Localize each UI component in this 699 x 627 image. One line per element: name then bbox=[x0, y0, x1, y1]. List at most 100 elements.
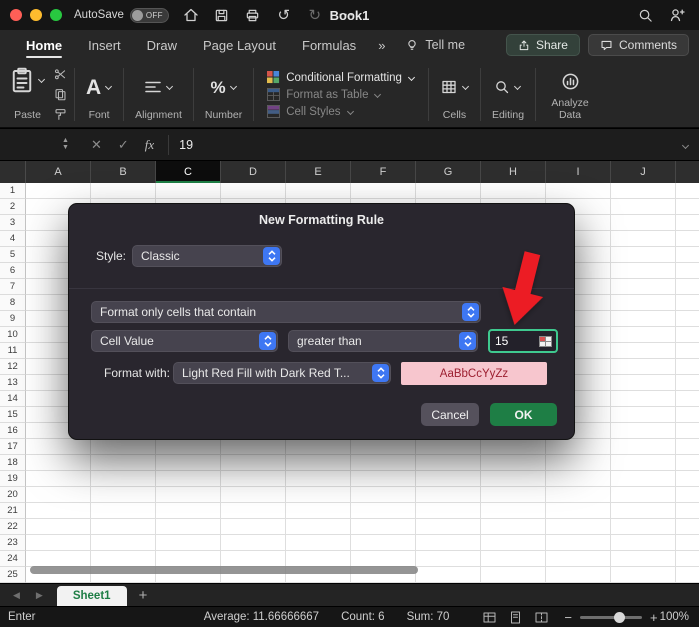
cell-I17[interactable] bbox=[546, 439, 611, 455]
cell-A19[interactable] bbox=[26, 471, 91, 487]
sheet-nav-next-icon[interactable]: ▶ bbox=[36, 590, 43, 601]
row-header-7[interactable]: 7 bbox=[0, 279, 26, 295]
row-header-22[interactable]: 22 bbox=[0, 519, 26, 535]
cells-group[interactable]: Cells bbox=[434, 64, 475, 125]
cell-C18[interactable] bbox=[156, 455, 221, 471]
zoom-in-button[interactable]: + bbox=[650, 611, 658, 624]
row-header-15[interactable]: 15 bbox=[0, 407, 26, 423]
cell-J11[interactable] bbox=[611, 343, 676, 359]
cell-F22[interactable] bbox=[351, 519, 416, 535]
row-header-9[interactable]: 9 bbox=[0, 311, 26, 327]
sheet-nav-prev-icon[interactable]: ◀ bbox=[13, 590, 20, 601]
fullscreen-window-button[interactable] bbox=[50, 9, 62, 21]
column-header-b[interactable]: B bbox=[91, 161, 156, 183]
cell-D19[interactable] bbox=[221, 471, 286, 487]
cell-J15[interactable] bbox=[611, 407, 676, 423]
cells-dropdown-caret[interactable] bbox=[462, 84, 469, 90]
row-header-18[interactable]: 18 bbox=[0, 455, 26, 471]
cell-A17[interactable] bbox=[26, 439, 91, 455]
tab-formulas[interactable]: Formulas bbox=[302, 31, 356, 60]
cell-G22[interactable] bbox=[416, 519, 481, 535]
cell-E21[interactable] bbox=[286, 503, 351, 519]
row-header-10[interactable]: 10 bbox=[0, 327, 26, 343]
cell-E1[interactable] bbox=[286, 183, 351, 199]
cell-H24[interactable] bbox=[481, 551, 546, 567]
cell-A24[interactable] bbox=[26, 551, 91, 567]
row-header-19[interactable]: 19 bbox=[0, 471, 26, 487]
autosave-toggle[interactable]: OFF bbox=[130, 8, 169, 23]
font-group[interactable]: A Font bbox=[80, 64, 118, 125]
cell-J14[interactable] bbox=[611, 391, 676, 407]
range-selector-icon[interactable] bbox=[539, 336, 552, 347]
cell-C21[interactable] bbox=[156, 503, 221, 519]
format-as-table-button[interactable]: Format as Table bbox=[267, 88, 415, 101]
tab-insert[interactable]: Insert bbox=[88, 31, 121, 60]
row-header-24[interactable]: 24 bbox=[0, 551, 26, 567]
row-header-4[interactable]: 4 bbox=[0, 231, 26, 247]
cell-B24[interactable] bbox=[91, 551, 156, 567]
cell-J25[interactable] bbox=[611, 567, 676, 583]
cell-D1[interactable] bbox=[221, 183, 286, 199]
cell-I21[interactable] bbox=[546, 503, 611, 519]
cell-J2[interactable] bbox=[611, 199, 676, 215]
operator-dropdown[interactable]: greater than bbox=[288, 330, 478, 352]
row-header-3[interactable]: 3 bbox=[0, 215, 26, 231]
column-header-i[interactable]: I bbox=[546, 161, 611, 183]
cell-I22[interactable] bbox=[546, 519, 611, 535]
cell-J8[interactable] bbox=[611, 295, 676, 311]
home-icon[interactable] bbox=[183, 7, 199, 23]
cancel-button[interactable]: Cancel bbox=[421, 403, 479, 426]
row-header-8[interactable]: 8 bbox=[0, 295, 26, 311]
cell-G20[interactable] bbox=[416, 487, 481, 503]
cell-J10[interactable] bbox=[611, 327, 676, 343]
page-layout-view-icon[interactable] bbox=[509, 611, 522, 624]
horizontal-scrollbar[interactable] bbox=[30, 566, 418, 574]
page-break-view-icon[interactable] bbox=[535, 611, 548, 624]
cell-I19[interactable] bbox=[546, 471, 611, 487]
alignment-dropdown-caret[interactable] bbox=[166, 84, 173, 90]
cell-C23[interactable] bbox=[156, 535, 221, 551]
cell-J6[interactable] bbox=[611, 263, 676, 279]
row-header-5[interactable]: 5 bbox=[0, 247, 26, 263]
threshold-input[interactable] bbox=[495, 334, 539, 348]
number-group[interactable]: % Number bbox=[199, 64, 248, 125]
conditional-formatting-button[interactable]: Conditional Formatting bbox=[267, 71, 415, 84]
row-header-2[interactable]: 2 bbox=[0, 199, 26, 215]
cell-D24[interactable] bbox=[221, 551, 286, 567]
cell-G1[interactable] bbox=[416, 183, 481, 199]
cell-I20[interactable] bbox=[546, 487, 611, 503]
format-painter-icon[interactable] bbox=[54, 108, 67, 121]
column-header-f[interactable]: F bbox=[351, 161, 416, 183]
cell-J1[interactable] bbox=[611, 183, 676, 199]
formula-input[interactable]: 19 bbox=[179, 138, 193, 152]
cell-C1[interactable] bbox=[156, 183, 221, 199]
sheet-tab-sheet1[interactable]: Sheet1 bbox=[57, 586, 127, 606]
row-header-25[interactable]: 25 bbox=[0, 567, 26, 583]
cell-E19[interactable] bbox=[286, 471, 351, 487]
redo-icon[interactable]: ↻ bbox=[307, 7, 323, 23]
cell-F20[interactable] bbox=[351, 487, 416, 503]
cell-H1[interactable] bbox=[481, 183, 546, 199]
cell-J22[interactable] bbox=[611, 519, 676, 535]
cell-G19[interactable] bbox=[416, 471, 481, 487]
cell-C20[interactable] bbox=[156, 487, 221, 503]
analyze-data-group[interactable]: Analyze Data bbox=[541, 64, 599, 125]
cancel-entry-icon[interactable]: ✕ bbox=[91, 137, 102, 153]
cell-C19[interactable] bbox=[156, 471, 221, 487]
cell-D20[interactable] bbox=[221, 487, 286, 503]
column-header-h[interactable]: H bbox=[481, 161, 546, 183]
row-header-23[interactable]: 23 bbox=[0, 535, 26, 551]
column-header-c[interactable]: C bbox=[156, 161, 221, 183]
row-header-21[interactable]: 21 bbox=[0, 503, 26, 519]
cell-A23[interactable] bbox=[26, 535, 91, 551]
cell-G25[interactable] bbox=[416, 567, 481, 583]
row-header-11[interactable]: 11 bbox=[0, 343, 26, 359]
cell-D18[interactable] bbox=[221, 455, 286, 471]
cell-H25[interactable] bbox=[481, 567, 546, 583]
editing-dropdown-caret[interactable] bbox=[514, 84, 521, 90]
cell-G24[interactable] bbox=[416, 551, 481, 567]
undo-icon[interactable]: ↺ bbox=[276, 7, 292, 23]
cell-E24[interactable] bbox=[286, 551, 351, 567]
number-dropdown-caret[interactable] bbox=[230, 84, 237, 90]
cell-G23[interactable] bbox=[416, 535, 481, 551]
